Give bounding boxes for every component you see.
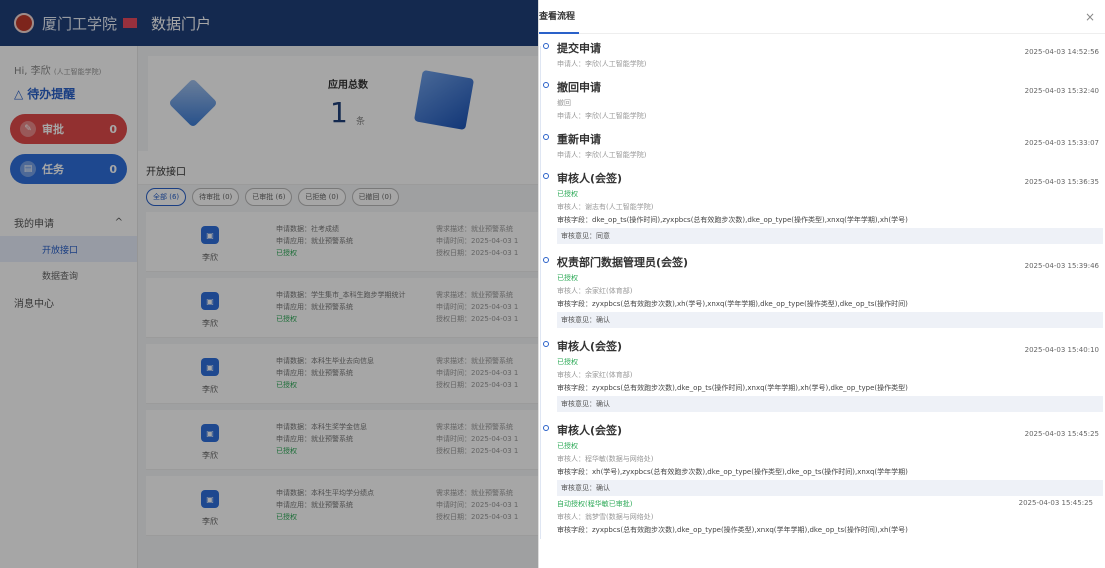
close-icon[interactable]: ×: [1085, 10, 1095, 24]
modal-overlay[interactable]: [0, 0, 538, 568]
timeline-step: 审核人(会签) 2025-04-03 15:40:10 已授权审核人：余家红(体育部…: [543, 332, 1105, 416]
step-detail: 撤回: [557, 99, 571, 107]
timeline-dot-icon: [543, 134, 549, 140]
step-title: 提交申请: [557, 42, 601, 55]
step-title: 重新申请: [557, 133, 601, 146]
step-time: 2025-04-03 15:40:10: [1024, 346, 1099, 354]
step-time: 2025-04-03 15:36:35: [1024, 178, 1099, 186]
step-fields: 审核字段：zyxpbcs(总有效跑步次数),xh(学号),xnxq(学年学期),…: [557, 300, 908, 308]
timeline-step: 审核人(会签) 2025-04-03 15:45:25 已授权审核人：程华敏(数据与…: [543, 416, 1105, 539]
auto-fields: 审核字段：zyxpbcs(总有效跑步次数),dke_op_type(操作类型),…: [557, 526, 908, 534]
step-opinion: 审核意见：同意: [557, 228, 1103, 244]
step-detail: 申请人：李欣(人工智能学院): [557, 60, 647, 68]
step-title: 审核人(会签): [557, 340, 623, 353]
step-time: 2025-04-03 15:45:25: [1024, 430, 1099, 438]
step-title: 审核人(会签): [557, 424, 623, 437]
timeline-step: 重新申请 2025-04-03 15:33:07 申请人：李欣(人工智能学院): [543, 125, 1105, 164]
timeline-dot-icon: [543, 173, 549, 179]
step-time: 2025-04-03 15:33:07: [1024, 139, 1099, 147]
step-reviewer: 审核人：程华敏(数据与网络处): [557, 455, 654, 463]
timeline-step: 审核人(会签) 2025-04-03 15:36:35 已授权审核人：谢志有(人工智…: [543, 164, 1105, 248]
step-status: 已授权: [557, 274, 578, 282]
timeline-dot-icon: [543, 43, 549, 49]
step-title: 审核人(会签): [557, 172, 623, 185]
step-time: 2025-04-03 14:52:56: [1024, 48, 1099, 56]
step-fields: 审核字段：dke_op_ts(操作时间),zyxpbcs(总有效跑步次数),dk…: [557, 216, 908, 224]
step-status: 已授权: [557, 190, 578, 198]
timeline-line: [540, 46, 541, 539]
process-timeline: 提交申请 2025-04-03 14:52:56 申请人：李欣(人工智能学院) 撤回申…: [539, 34, 1105, 539]
step-time: 2025-04-03 15:39:46: [1024, 262, 1099, 270]
drawer-header: 查看流程 ×: [539, 0, 1105, 34]
step-reviewer: 审核人：余家红(体育部): [557, 287, 633, 295]
step-title: 撤回申请: [557, 81, 601, 94]
timeline-step: 撤回申请 2025-04-03 15:32:40 撤回申请人：李欣(人工智能学院): [543, 73, 1105, 125]
step-opinion: 审核意见：确认: [557, 396, 1103, 412]
step-detail: 申请人：李欣(人工智能学院): [557, 112, 647, 120]
drawer-title: 查看流程: [539, 0, 579, 34]
step-fields: 审核字段：zyxpbcs(总有效跑步次数),dke_op_ts(操作时间),xn…: [557, 384, 908, 392]
timeline-dot-icon: [543, 425, 549, 431]
auto-time: 2025-04-03 15:45:25: [1018, 499, 1093, 507]
step-title: 权责部门数据管理员(会签): [557, 256, 689, 269]
timeline-step: 权责部门数据管理员(会签) 2025-04-03 15:39:46 已授权审核人：余…: [543, 248, 1105, 332]
auto-reviewer: 审核人：翁梦雪(数据与网络处): [557, 513, 654, 521]
step-reviewer: 审核人：余家红(体育部): [557, 371, 633, 379]
step-fields: 审核字段：xh(学号),zyxpbcs(总有效跑步次数),dke_op_type…: [557, 468, 908, 476]
timeline-dot-icon: [543, 341, 549, 347]
timeline-dot-icon: [543, 82, 549, 88]
step-status: 已授权: [557, 358, 578, 366]
step-reviewer: 审核人：谢志有(人工智能学院): [557, 203, 654, 211]
step-opinion: 审核意见：确认: [557, 312, 1103, 328]
step-detail: 申请人：李欣(人工智能学院): [557, 151, 647, 159]
step-time: 2025-04-03 15:32:40: [1024, 87, 1099, 95]
process-drawer: 查看流程 × 提交申请 2025-04-03 14:52:56 申请人：李欣(人工智…: [538, 0, 1105, 568]
step-status: 已授权: [557, 442, 578, 450]
step-opinion: 审核意见：确认: [557, 480, 1103, 496]
timeline-dot-icon: [543, 257, 549, 263]
timeline-step: 提交申请 2025-04-03 14:52:56 申请人：李欣(人工智能学院): [543, 34, 1105, 73]
